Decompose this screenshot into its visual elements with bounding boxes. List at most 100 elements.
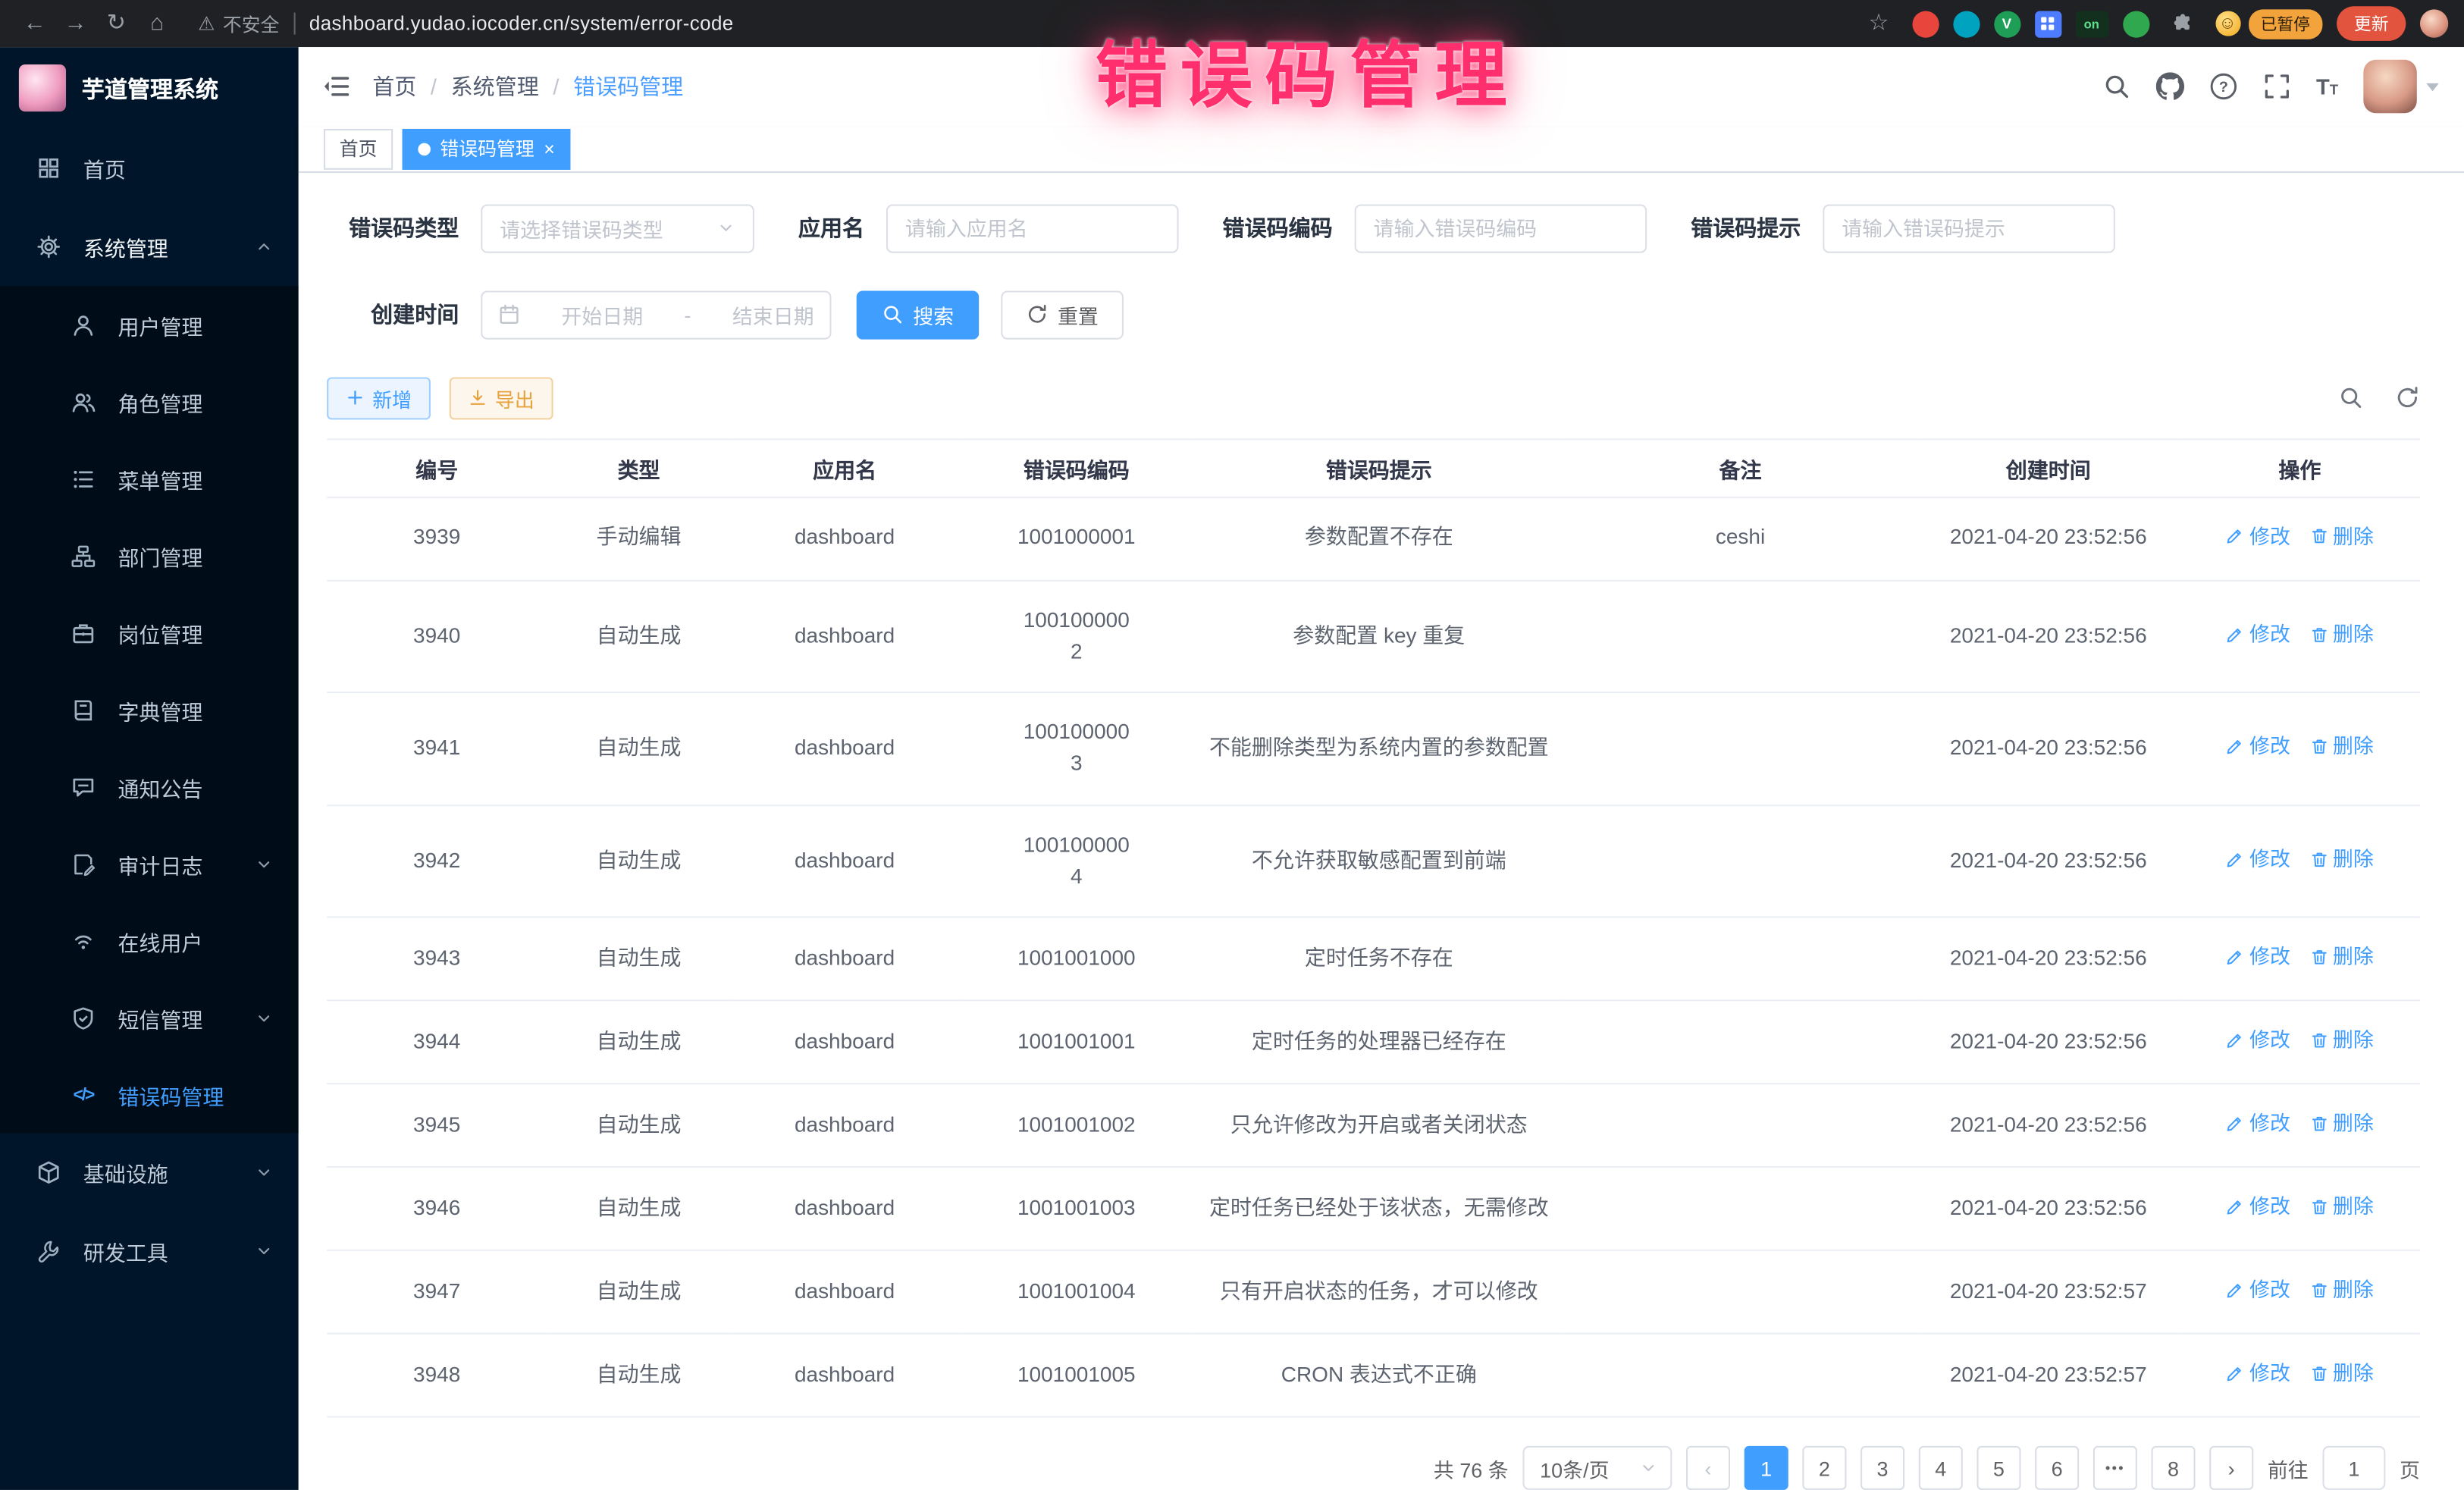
security-indicator[interactable]: ⚠不安全 — [198, 10, 279, 36]
edit-icon — [2226, 1197, 2245, 1216]
edit-link[interactable]: 修改 — [2226, 1108, 2290, 1138]
sidebar-item-departments[interactable]: 部门管理 — [0, 517, 299, 594]
sidebar-item-notices[interactable]: 通知公告 — [0, 748, 299, 826]
page-button-1[interactable]: 1 — [1745, 1446, 1788, 1490]
page-button-3[interactable]: 3 — [1861, 1446, 1904, 1490]
search-icon[interactable] — [2102, 73, 2130, 101]
extensions-puzzle-icon[interactable] — [2163, 5, 2201, 42]
export-button[interactable]: 导出 — [450, 376, 553, 419]
table-row: 3946自动生成dashboard1001001003定时任务已经处于该状态，无… — [327, 1167, 2420, 1250]
chrome-update-button[interactable]: 更新 — [2337, 6, 2406, 41]
calendar-icon — [498, 303, 520, 325]
table-row: 3941自动生成dashboard1001000003不能删除类型为系统内置的参… — [327, 692, 2420, 805]
extension-icon-red[interactable] — [1911, 10, 1938, 36]
sidebar-item-posts[interactable]: 岗位管理 — [0, 594, 299, 671]
edit-link[interactable]: 修改 — [2226, 731, 2290, 761]
edit-link[interactable]: 修改 — [2226, 942, 2290, 972]
sidebar-item-dictionary[interactable]: 字典管理 — [0, 671, 299, 748]
sidebar-item-error-code[interactable]: </>错误码管理 — [0, 1056, 299, 1134]
download-icon — [469, 388, 487, 407]
delete-link[interactable]: 删除 — [2309, 1108, 2374, 1138]
add-button[interactable]: 新增 — [327, 376, 431, 419]
delete-link[interactable]: 删除 — [2309, 844, 2374, 874]
sidebar-item-system[interactable]: 系统管理 — [0, 208, 299, 287]
delete-link[interactable]: 删除 — [2309, 1024, 2374, 1055]
next-page-button[interactable]: › — [2209, 1446, 2253, 1490]
sidebar-item-roles[interactable]: 角色管理 — [0, 363, 299, 441]
page-button-6[interactable]: 6 — [2035, 1446, 2079, 1490]
reload-icon[interactable]: ↻ — [98, 5, 136, 42]
page-button-5[interactable]: 5 — [1977, 1446, 2020, 1490]
edit-link[interactable]: 修改 — [2226, 521, 2290, 551]
goto-page-input[interactable] — [2322, 1446, 2385, 1490]
delete-link[interactable]: 删除 — [2309, 619, 2374, 649]
tab-home[interactable]: 首页 — [324, 128, 393, 169]
reset-button[interactable]: 重置 — [1001, 290, 1124, 338]
edit-link[interactable]: 修改 — [2226, 1024, 2290, 1055]
delete-link[interactable]: 删除 — [2309, 731, 2374, 761]
page-button-2[interactable]: 2 — [1802, 1446, 1846, 1490]
prev-page-button[interactable]: ‹ — [1686, 1446, 1730, 1490]
chevron-down-icon — [255, 1008, 274, 1027]
fullscreen-icon[interactable] — [2263, 73, 2291, 101]
page-button-4[interactable]: 4 — [1919, 1446, 1963, 1490]
profile-paused-chip[interactable]: ☺ 已暂停 — [2215, 8, 2322, 38]
hide-search-icon[interactable] — [2338, 385, 2363, 410]
sidebar-item-menus[interactable]: 菜单管理 — [0, 440, 299, 517]
page-button-8[interactable]: 8 — [2151, 1446, 2195, 1490]
font-size-icon[interactable]: TT — [2316, 76, 2338, 98]
edit-link[interactable]: 修改 — [2226, 619, 2290, 649]
breadcrumb-home[interactable]: 首页 — [372, 71, 416, 102]
browser-avatar[interactable] — [2420, 9, 2448, 37]
delete-link[interactable]: 删除 — [2309, 1275, 2374, 1305]
edit-link[interactable]: 修改 — [2226, 1191, 2290, 1222]
browser-actions: ☆ V on ☺ 已暂停 更新 — [1860, 5, 2448, 42]
sidebar-item-users[interactable]: 用户管理 — [0, 286, 299, 363]
home-icon[interactable]: ⌂ — [138, 5, 176, 42]
sidebar-item-audit-log[interactable]: 审计日志 — [0, 825, 299, 902]
docs-question-icon[interactable]: ? — [2209, 73, 2237, 101]
sidebar-item-online-users[interactable]: 在线用户 — [0, 902, 299, 980]
edit-icon — [2226, 947, 2245, 966]
delete-link[interactable]: 删除 — [2309, 1358, 2374, 1388]
sidebar-toggle-icon[interactable] — [322, 73, 350, 101]
extension-icon-leaf[interactable] — [2122, 10, 2149, 36]
user-menu[interactable] — [2363, 60, 2438, 113]
date-range-picker[interactable]: 开始日期 - 结束日期 — [481, 290, 831, 338]
extension-icon-green-v[interactable]: V — [1993, 10, 2020, 36]
page-size-select[interactable]: 10条/页 — [1522, 1446, 1672, 1490]
sidebar-item-devtools[interactable]: 研发工具 — [0, 1212, 299, 1291]
edit-link[interactable]: 修改 — [2226, 1275, 2290, 1305]
hint-input[interactable] — [1823, 203, 2115, 252]
type-select[interactable]: 请选择错误码类型 — [481, 203, 754, 252]
sidebar-item-home[interactable]: 首页 — [0, 129, 299, 208]
delete-link[interactable]: 删除 — [2309, 521, 2374, 551]
github-icon[interactable] — [2156, 73, 2184, 101]
url-text: dashboard.yudao.iocoder.cn/system/error-… — [309, 13, 734, 35]
more-pages-button[interactable]: ••• — [2093, 1446, 2137, 1490]
app-logo[interactable]: 芋道管理系统 — [0, 47, 299, 129]
table-row: 3945自动生成dashboard1001001002只允许修改为开启或者关闭状… — [327, 1084, 2420, 1167]
delete-link[interactable]: 删除 — [2309, 1191, 2374, 1222]
delete-icon — [2309, 1030, 2328, 1049]
breadcrumb-system[interactable]: 系统管理 — [451, 71, 539, 102]
forward-icon[interactable]: → — [57, 5, 95, 42]
col-id: 编号 — [327, 438, 547, 497]
search-button[interactable]: 搜索 — [857, 290, 980, 338]
extension-icon-blue-grid[interactable] — [2034, 10, 2061, 36]
close-icon[interactable]: × — [544, 139, 555, 158]
extension-icon-on[interactable]: on — [2075, 10, 2108, 36]
extension-icon-teal[interactable] — [1952, 10, 1979, 36]
delete-link[interactable]: 删除 — [2309, 942, 2374, 972]
back-icon[interactable]: ← — [16, 5, 54, 42]
code-input[interactable] — [1355, 203, 1647, 252]
sidebar-item-sms[interactable]: 短信管理 — [0, 979, 299, 1056]
bookmark-star-icon[interactable]: ☆ — [1860, 5, 1898, 42]
app-input[interactable] — [886, 203, 1179, 252]
edit-link[interactable]: 修改 — [2226, 1358, 2290, 1388]
address-bar[interactable]: ⚠不安全 dashboard.yudao.iocoder.cn/system/e… — [198, 10, 1857, 36]
sidebar-item-infrastructure[interactable]: 基础设施 — [0, 1133, 299, 1212]
edit-link[interactable]: 修改 — [2226, 844, 2290, 874]
tab-error-code[interactable]: 错误码管理 × — [403, 128, 571, 169]
refresh-icon[interactable] — [2395, 385, 2420, 410]
